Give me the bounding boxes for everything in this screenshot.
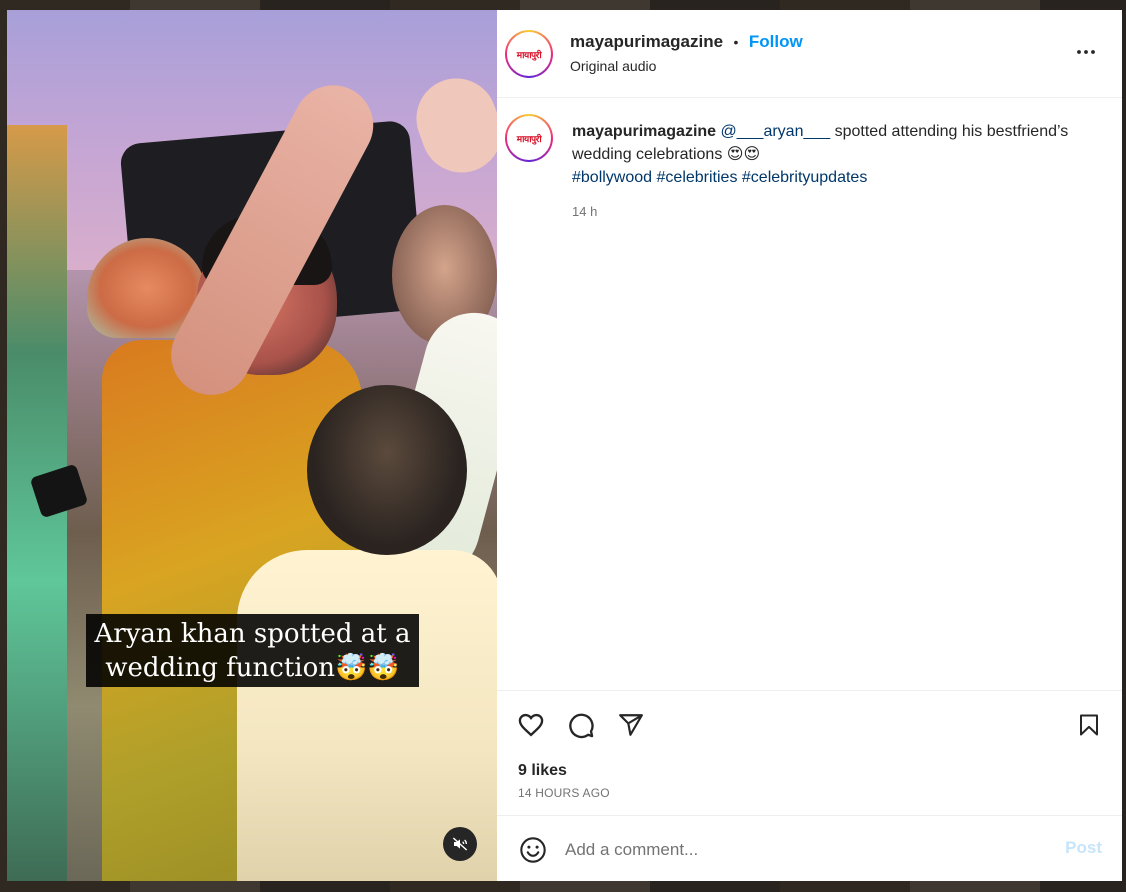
- hashtag-link[interactable]: #celebrities: [657, 169, 738, 186]
- heart-icon: [518, 713, 544, 737]
- speaker-muted-icon: [452, 837, 468, 851]
- mention-link[interactable]: @___aryan___: [721, 123, 831, 140]
- post-comment-button[interactable]: Post: [1065, 838, 1102, 858]
- magazine-logo: मायापुरी: [509, 118, 549, 158]
- post-modal: Aryan khan spotted at a wedding function…: [7, 10, 1122, 881]
- separator-dot: •: [733, 34, 739, 50]
- reel-video[interactable]: Aryan khan spotted at a wedding function…: [7, 10, 497, 881]
- more-horizontal-icon: [1077, 50, 1095, 54]
- more-options-button[interactable]: [1074, 40, 1098, 64]
- caption-username[interactable]: mayapurimagazine: [572, 123, 716, 140]
- caption-author-avatar[interactable]: मायापुरी: [505, 114, 553, 162]
- bookmark-icon: [1080, 714, 1098, 736]
- hashtag-link[interactable]: #celebrityupdates: [742, 169, 867, 186]
- author-username[interactable]: mayapurimagazine: [570, 32, 723, 51]
- header-text: mayapurimagazine • Follow Original audio: [570, 32, 803, 74]
- post-date[interactable]: 14 HOURS AGO: [518, 786, 610, 800]
- video-caption-overlay: Aryan khan spotted at a wedding function…: [86, 614, 419, 687]
- post-header: मायापुरी mayapurimagazine • Follow Origi…: [497, 10, 1122, 98]
- share-button[interactable]: [615, 709, 647, 741]
- magazine-logo: मायापुरी: [509, 34, 549, 74]
- comment-input[interactable]: [565, 836, 1035, 864]
- comment-composer: Post: [497, 815, 1122, 881]
- likes-count[interactable]: 9 likes: [518, 762, 567, 780]
- comment-button[interactable]: [565, 709, 597, 741]
- video-caption-line-1: Aryan khan spotted at a: [94, 619, 411, 649]
- author-avatar[interactable]: मायापुरी: [505, 30, 553, 78]
- follow-button[interactable]: Follow: [749, 32, 803, 51]
- comment-bubble-icon: [569, 713, 594, 739]
- emoji-picker-button[interactable]: [517, 834, 549, 866]
- original-audio-link[interactable]: Original audio: [570, 58, 803, 74]
- smiley-icon: [520, 837, 546, 863]
- like-button[interactable]: [515, 709, 547, 741]
- post-details-panel: मायापुरी mayapurimagazine • Follow Origi…: [497, 10, 1122, 881]
- caption-timestamp[interactable]: 14 h: [572, 200, 1092, 223]
- hashtag-link[interactable]: #bollywood: [572, 169, 652, 186]
- post-caption: mayapurimagazine @___aryan___ spotted at…: [572, 120, 1092, 223]
- action-bar: 9 likes 14 HOURS AGO: [497, 690, 1122, 816]
- comments-area[interactable]: मायापुरी mayapurimagazine @___aryan___ s…: [497, 98, 1122, 690]
- mute-button[interactable]: [443, 827, 477, 861]
- save-button[interactable]: [1073, 709, 1105, 741]
- paper-plane-icon: [619, 714, 643, 736]
- video-caption-line-2: wedding function🤯🤯: [105, 653, 400, 683]
